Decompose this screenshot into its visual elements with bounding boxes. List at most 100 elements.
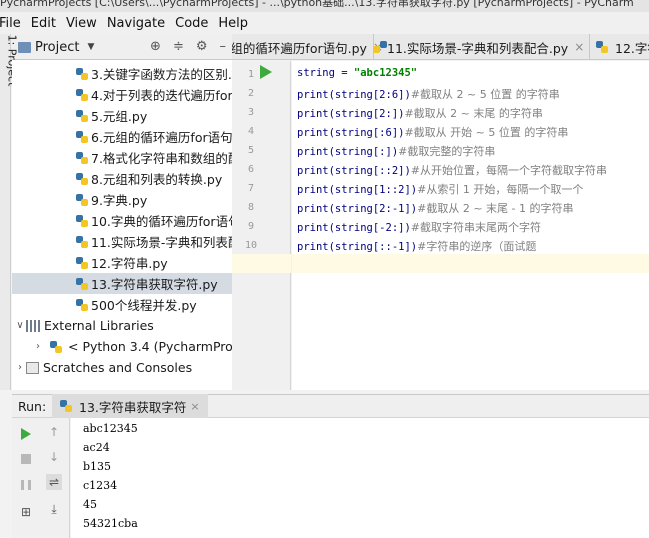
line-number: 5 [247, 145, 254, 156]
run-config-tab[interactable]: 13.字符串获取字符 × [52, 394, 208, 418]
stop-button[interactable] [18, 451, 34, 467]
line-number: 3 [247, 107, 254, 118]
tree-file[interactable]: 9.字典.py [76, 189, 147, 210]
up-arrow-icon[interactable]: ↑ [46, 424, 62, 440]
editor-tab[interactable]: 12.字符串.py [590, 34, 649, 59]
hide-panel-icon[interactable]: – [220, 39, 227, 54]
chevron-down-icon[interactable]: ▼ [87, 42, 94, 52]
code-line: string = "abc12345" [297, 67, 418, 79]
soft-wrap-icon[interactable]: ⇌ [46, 474, 62, 490]
close-icon[interactable]: × [190, 400, 199, 413]
layout-icon[interactable]: ⊞ [18, 504, 34, 520]
console-output-line: c1234 [83, 479, 118, 492]
menu-edit[interactable]: Edit [26, 16, 61, 31]
menu-view[interactable]: View [61, 16, 102, 31]
collapse-all-icon[interactable]: ≑ [173, 39, 184, 54]
python-file-icon [76, 193, 88, 206]
tree-file[interactable]: 7.格式化字符串和数组的配合.py [76, 147, 232, 168]
left-tool-window-bar: 1: Project [0, 34, 18, 390]
code-editor[interactable]: string = "abc12345" print(string[2:6])#截… [292, 61, 649, 390]
window-titlebar: PycharmProjects [C:\Users\...\PycharmPro… [0, 0, 649, 12]
scroll-to-end-icon[interactable]: ⤓ [46, 501, 62, 517]
line-number: 6 [247, 164, 254, 175]
python-file-icon [76, 298, 88, 311]
line-number: 8 [247, 202, 254, 213]
python-file-icon [596, 41, 608, 53]
python-file-icon [76, 130, 88, 143]
run-toolbar: ↑ ↓ ⇌ ⊞ ⤓ [12, 418, 70, 538]
tree-file[interactable]: 10.字典的循环遍历for语句.py [76, 210, 232, 231]
tree-external-libraries[interactable]: ∨ External Libraries [14, 315, 154, 336]
tree-file[interactable]: 3.关键字函数方法的区别.py [76, 63, 232, 84]
chevron-down-icon[interactable]: ∨ [14, 320, 26, 331]
code-line: print(string[:])#截取完整的字符串 [297, 145, 496, 158]
code-line: print(string[-2:])#截取字符串末尾两个字符 [297, 221, 542, 234]
python-file-icon [76, 235, 88, 248]
code-line: print(string[2:-1])#截取从 2 ~ 末尾 - 1 的字符串 [297, 202, 574, 215]
locate-target-icon[interactable]: ⊕ [150, 39, 161, 54]
pause-button[interactable] [18, 477, 34, 493]
code-line: print(string[2:6])#截取从 2 ~ 5 位置 的字符串 [297, 88, 560, 101]
menu-bar: File Edit View Navigate Code Help [0, 12, 649, 34]
code-line: print(string[::2])#从开始位置，每隔一个字符截取字符串 [297, 164, 608, 177]
python-file-icon [76, 256, 88, 269]
editor-gutter: 1 2 3 4 5 6 7 8 9 10 11 [232, 61, 291, 390]
down-arrow-icon[interactable]: ↓ [46, 449, 62, 465]
code-line: print(string[::-1])#字符串的逆序（面试题 [297, 240, 537, 253]
python-file-icon [76, 151, 88, 164]
project-panel-header: Project ▼ ⊕ ≑ ⚙ – [12, 34, 232, 60]
close-icon[interactable]: × [574, 40, 584, 54]
scratches-icon [26, 361, 39, 374]
editor-tab-bar: 6.元组的循环遍历for语句.py× 11.实际场景-字典和列表配合.py× 1… [232, 34, 649, 60]
tree-file[interactable]: 500个线程并发.py [76, 294, 197, 315]
console-output-line: abc12345 [83, 422, 138, 435]
menu-help[interactable]: Help [213, 16, 253, 31]
run-console[interactable]: abc12345 ac24 b135 c1234 45 54321cba [71, 418, 649, 538]
menu-navigate[interactable]: Navigate [102, 16, 170, 31]
tree-file[interactable]: 5.元组.py [76, 105, 147, 126]
stop-icon [21, 454, 31, 464]
code-line: print(string[:6])#截取从 开始 ~ 5 位置 的字符串 [297, 126, 569, 139]
current-line-gutter-highlight [232, 254, 291, 273]
editor-tab[interactable]: 6.元组的循环遍历for语句.py× [232, 34, 383, 59]
python-sdk-icon [50, 340, 62, 353]
rerun-button[interactable] [18, 426, 34, 442]
window-title: PycharmProjects [C:\Users\...\PycharmPro… [0, 0, 634, 9]
python-file-icon [76, 88, 88, 101]
python-file-icon [76, 67, 88, 80]
line-number: 9 [247, 221, 254, 232]
menu-code[interactable]: Code [170, 16, 213, 31]
python-file-icon [60, 400, 72, 412]
chevron-right-icon[interactable]: › [32, 341, 44, 352]
code-line: print(string[2:])#截取从 2 ~ 末尾 的字符串 [297, 107, 543, 120]
line-number: 1 [247, 69, 254, 80]
python-file-icon [76, 214, 88, 227]
menu-file[interactable]: File [0, 16, 26, 31]
console-output-line: 54321cba [83, 517, 138, 530]
tree-file[interactable]: 11.实际场景-字典和列表配合.py [76, 231, 232, 252]
chevron-right-icon[interactable]: › [14, 362, 26, 373]
tree-file[interactable]: 4.对于列表的迭代遍历for语句.py [76, 84, 232, 105]
tree-file[interactable]: 6.元组的循环遍历for语句.py [76, 126, 232, 147]
console-output-line: b135 [83, 460, 112, 473]
project-panel-title[interactable]: Project [35, 40, 79, 55]
code-line: print(string[1::2])#从索引 1 开始，每隔一个取一个 [297, 183, 584, 196]
run-panel-label: Run: [18, 398, 47, 414]
console-output-line: 45 [83, 498, 97, 511]
project-folder-icon [18, 41, 31, 53]
python-file-icon [76, 109, 88, 122]
library-icon [26, 319, 40, 332]
line-number: 4 [247, 126, 254, 137]
pause-icon [21, 480, 31, 490]
tree-file[interactable]: 12.字符串.py [76, 252, 168, 273]
run-gutter-icon[interactable] [260, 65, 272, 79]
python-file-icon [76, 172, 88, 185]
tree-python-sdk[interactable]: ›< Python 3.4 (PycharmProjects) > [32, 336, 232, 357]
tree-scratches[interactable]: › Scratches and Consoles [14, 357, 192, 378]
console-output-line: ac24 [83, 441, 110, 454]
tree-file[interactable]: 8.元组和列表的转换.py [76, 168, 222, 189]
play-icon [21, 428, 31, 440]
editor-tab[interactable]: 11.实际场景-字典和列表配合.py × [373, 34, 590, 59]
gear-icon[interactable]: ⚙ [196, 39, 208, 54]
tree-file-selected[interactable]: 13.字符串获取字符.py [12, 273, 232, 294]
